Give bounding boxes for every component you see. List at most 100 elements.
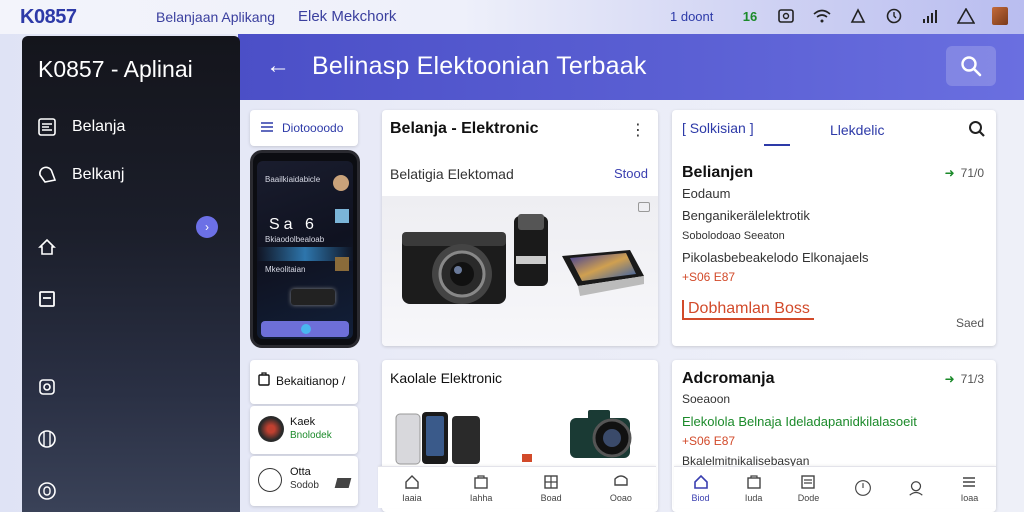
- warning-icon: [956, 6, 976, 26]
- bag-icon: [258, 372, 270, 389]
- search-icon: [961, 56, 982, 77]
- phone-device-render: [291, 289, 335, 305]
- list-icon: [799, 473, 817, 491]
- nav-item-home[interactable]: Iaaia: [402, 473, 422, 503]
- nav-item-bag[interactable]: Iuda: [745, 473, 763, 503]
- grid-icon: [542, 473, 560, 491]
- card-footer-link[interactable]: Saed: [956, 316, 984, 330]
- top-tab-elek[interactable]: Elek Mekchork: [298, 8, 396, 25]
- sidebar-item-grid[interactable]: [36, 428, 58, 450]
- mini-card-bekaitianop[interactable]: Bekaitianop /: [250, 360, 358, 404]
- page-header: ← Belinasp Elektoonian Terbaak: [238, 34, 1024, 100]
- sidebar-item-belanja[interactable]: Belanja: [36, 116, 125, 138]
- image-badge-icon: [638, 202, 650, 212]
- page-title: Belinasp Elektoonian Terbaak: [312, 52, 647, 80]
- wifi-icon: [812, 6, 832, 26]
- phone-avatar: [333, 175, 349, 191]
- box-icon: [36, 288, 58, 310]
- search-icon[interactable]: [968, 120, 986, 143]
- detail-line: Sobolodoao Seeaton: [682, 230, 785, 242]
- mini-card-sub: Bnolodek: [290, 430, 332, 441]
- nav-item-message[interactable]: Ooao: [610, 473, 632, 503]
- tab-solkisian[interactable]: [ Solkisian ]: [682, 120, 754, 136]
- home-icon: [403, 473, 421, 491]
- bag-icon: [472, 473, 490, 491]
- sale-marker: [522, 454, 532, 462]
- back-arrow-icon[interactable]: ←: [266, 52, 290, 80]
- card-heading: Adcromanja: [682, 370, 775, 387]
- nav-item-home[interactable]: Biod: [692, 473, 710, 503]
- nav-item-user[interactable]: [907, 479, 925, 497]
- nav-item-menu[interactable]: Ioaa: [960, 473, 978, 503]
- tab-underline: [764, 144, 790, 146]
- phone-widget-icon: [335, 209, 349, 223]
- grid-icon: [36, 428, 58, 450]
- phone-text: Baailkiaidabicle: [265, 175, 321, 184]
- alert-icon: [848, 6, 868, 26]
- detail-line: Elekolola Belnaja Ideladapanidkilalasoei…: [682, 414, 917, 429]
- mini-card-sub: Sodob: [290, 480, 319, 491]
- tag-icon: [36, 164, 58, 186]
- more-options-icon[interactable]: ⋮: [630, 120, 646, 140]
- trend-up-icon: ➜: [944, 372, 955, 386]
- detail-line: Eodaum: [682, 186, 731, 201]
- nav-item-list[interactable]: Dode: [797, 473, 820, 503]
- nav-item-bag[interactable]: Iahha: [469, 473, 493, 503]
- list-icon: [36, 116, 58, 138]
- phone-screen: Baailkiaidabicle Sa 6 Bkiaodolbealoab Mk…: [257, 161, 353, 339]
- tab-llekdelic[interactable]: Llekdelic: [830, 122, 884, 138]
- phone-dock: [261, 321, 349, 337]
- product-card-belanja[interactable]: Belanja - Elektronic ⋮ Belatigia Elektom…: [382, 110, 658, 346]
- nav-label: Biod: [691, 492, 710, 503]
- search-button[interactable]: [946, 46, 996, 86]
- nav-label: Boad: [540, 492, 562, 503]
- phone-text: Mkeolitaian: [265, 265, 306, 274]
- camera-product-image: [382, 196, 658, 346]
- home-icon: [36, 236, 58, 258]
- card-link[interactable]: Stood: [614, 166, 648, 181]
- sidebar: K0857 - Aplinai Belanja Belkanj ›: [22, 36, 240, 512]
- nav-label: Iaaia: [402, 492, 422, 503]
- price: +S06 E87: [682, 270, 736, 284]
- screen-icon: [776, 6, 796, 26]
- sidebar-item-label: Belkanj: [72, 166, 125, 183]
- sidebar-collapse-icon[interactable]: ›: [196, 216, 218, 238]
- nav-label: Iahha: [469, 492, 493, 503]
- menu-icon: [960, 473, 978, 491]
- clock-icon: [884, 6, 904, 26]
- data-icon: 16: [742, 8, 758, 24]
- detail-line: Pikolasbebeakelodo Elkonajaels: [682, 250, 869, 265]
- sidebar-item-label: Belanja: [72, 118, 126, 135]
- status-bar: K0857 Belanjaan Aplikang Elek Mekchork 1…: [0, 0, 1024, 34]
- phone-clock: Sa 6: [269, 216, 318, 233]
- mini-card-title: Bekaitianop /: [276, 373, 346, 388]
- nav-item-clock[interactable]: [854, 479, 872, 497]
- sidebar-item-profile[interactable]: [36, 480, 58, 502]
- rating: ➜ 71/3: [944, 372, 984, 386]
- mini-card-otta[interactable]: Otta Sodob: [250, 456, 358, 506]
- message-icon: [612, 473, 630, 491]
- nav-label: Dode: [797, 492, 820, 503]
- app-logo: K0857: [20, 6, 77, 28]
- camera-icon: [36, 376, 58, 398]
- avatar[interactable]: [992, 7, 1008, 25]
- nav-label: Iuda: [744, 492, 763, 503]
- filter-button[interactable]: Diotoooodo: [250, 110, 358, 146]
- mini-card-kaek[interactable]: Kaek Bnolodek: [250, 406, 358, 454]
- top-tab-aplikang[interactable]: Belanjaan Aplikang: [156, 9, 275, 25]
- detail-line: Benganikerälelektrotik: [682, 208, 810, 223]
- filter-icon: [260, 121, 274, 136]
- device-icon: [334, 478, 352, 488]
- sidebar-item-home[interactable]: [36, 236, 58, 258]
- sidebar-item-box[interactable]: [36, 288, 58, 310]
- product-card-belianjen[interactable]: [ Solkisian ] Llekdelic Belianjen ➜ 71/0…: [672, 110, 996, 346]
- sidebar-item-camera[interactable]: [36, 376, 58, 398]
- bag-icon: [745, 473, 763, 491]
- nav-label: Ooao: [609, 492, 632, 503]
- notification-count: 1 doont: [670, 9, 714, 24]
- promo-badge[interactable]: Dobhamlan Boss: [682, 300, 814, 320]
- nav-item-board[interactable]: Boad: [541, 473, 562, 503]
- refresh-icon: [258, 468, 282, 492]
- phone-product-image[interactable]: Baailkiaidabicle Sa 6 Bkiaodolbealoab Mk…: [250, 150, 360, 348]
- sidebar-item-belkanj[interactable]: Belkanj: [36, 164, 124, 186]
